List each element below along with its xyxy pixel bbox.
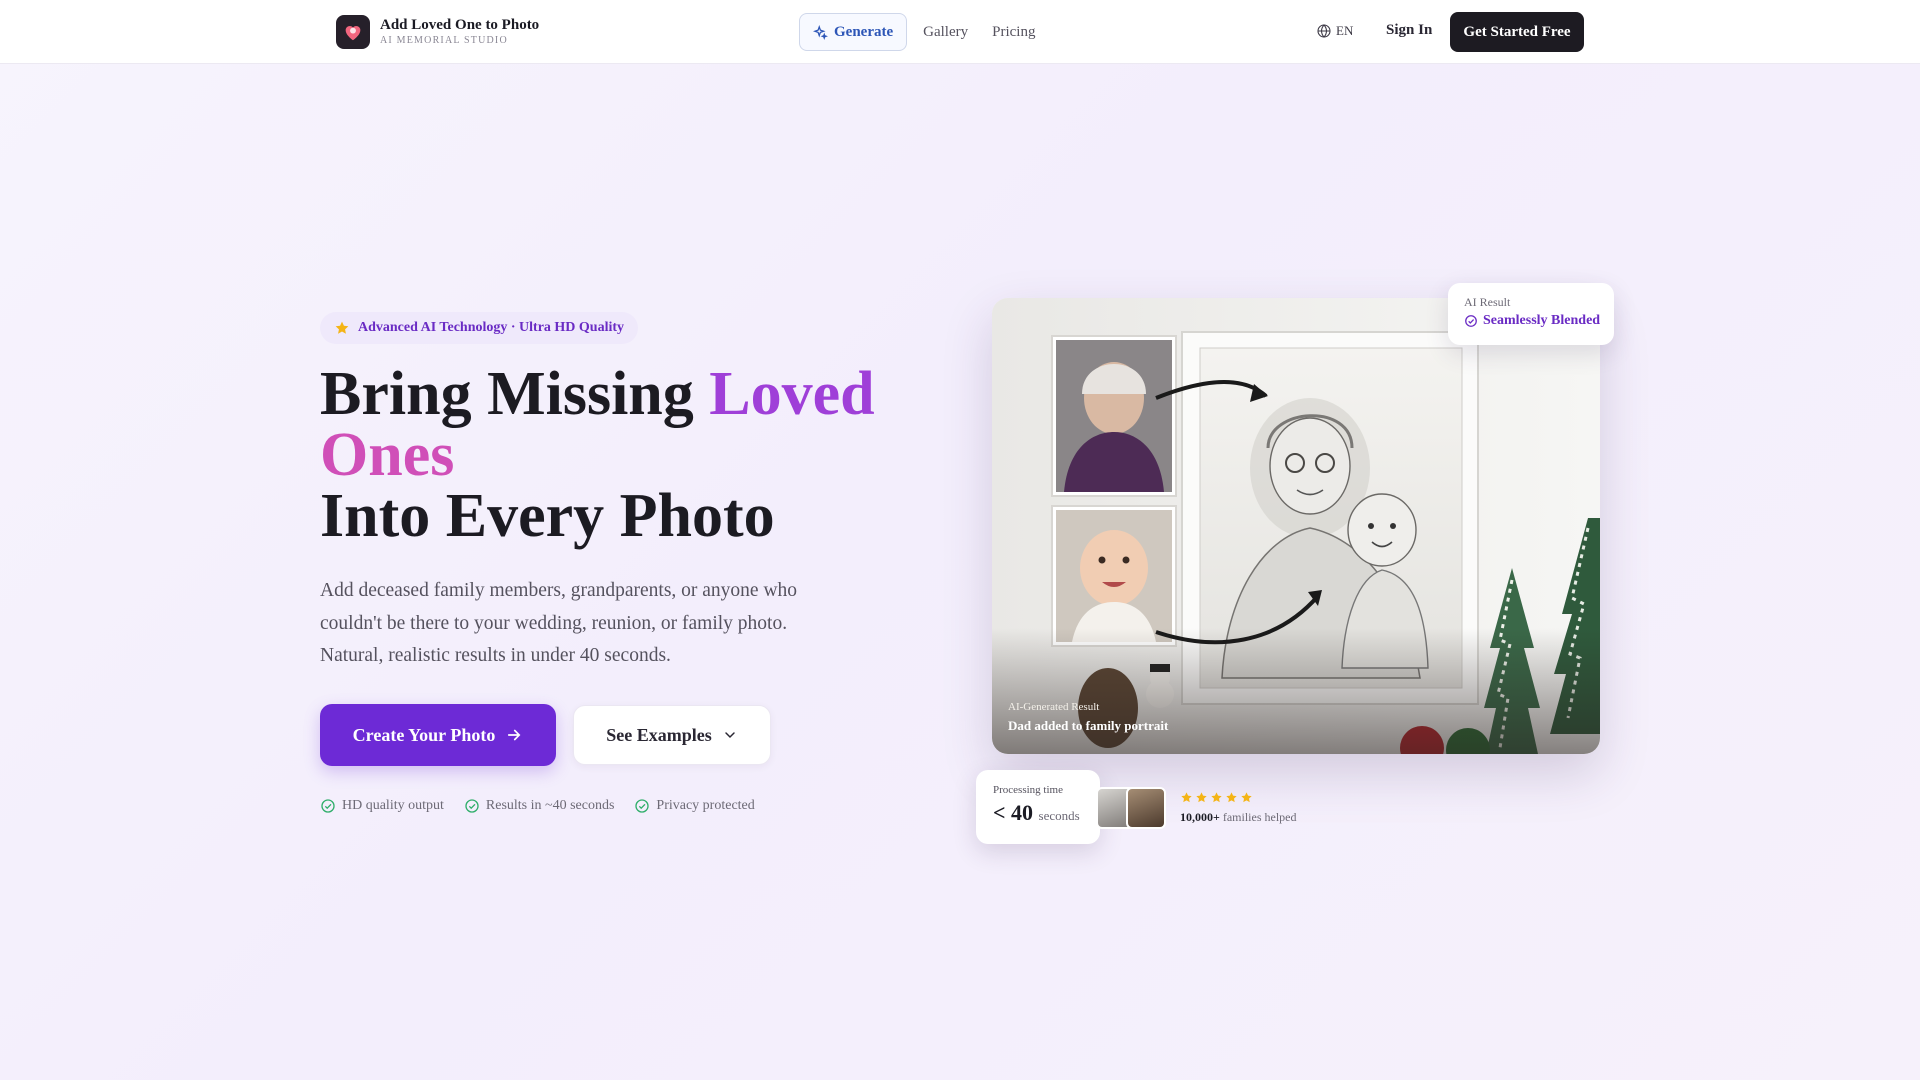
star-icon [1181, 792, 1192, 803]
see-examples-label: See Examples [606, 724, 712, 745]
star-icon [1241, 792, 1252, 803]
star-icon [1211, 792, 1222, 803]
sign-in-link[interactable]: Sign In [1386, 22, 1432, 39]
families-count: 10,000+ [1180, 810, 1220, 824]
showcase-image: AI-Generated Result Dad added to family … [992, 298, 1600, 754]
create-photo-button[interactable]: Create Your Photo [320, 704, 556, 766]
families-text: families helped [1219, 810, 1297, 824]
processing-number: < 40 [993, 800, 1034, 825]
hero-title: Bring Missing Loved Ones Into Every Photo [320, 363, 940, 550]
customer-thumbnails [1096, 787, 1166, 829]
check-circle-icon [465, 799, 479, 813]
brand[interactable]: Add Loved One to Photo AI MEMORIAL STUDI… [336, 15, 539, 49]
nav-gallery[interactable]: Gallery [923, 24, 968, 41]
memorial-portrait-illustration [992, 298, 1600, 754]
thumbnail-photo [1126, 787, 1166, 829]
create-photo-label: Create Your Photo [352, 724, 496, 745]
get-started-button[interactable]: Get Started Free [1450, 12, 1584, 52]
rating-stars [1180, 791, 1255, 804]
feature-list: HD quality output Results in ~40 seconds… [320, 798, 775, 814]
nav-pricing[interactable]: Pricing [992, 24, 1035, 41]
language-label: EN [1336, 23, 1354, 38]
star-icon [1196, 792, 1207, 803]
feature-label: HD quality output [342, 798, 444, 813]
feature-label: Results in ~40 seconds [485, 798, 615, 813]
globe-icon [1317, 24, 1331, 38]
star-icon [335, 321, 349, 334]
feature-badge: Advanced AI Technology · Ultra HD Qualit… [320, 312, 639, 344]
hero-title-line3: Into Every Photo [320, 482, 775, 550]
main-nav: Generate Gallery Pricing [799, 13, 1035, 51]
hero-title-line1: Bring Missing [320, 360, 710, 428]
brand-title: Add Loved One to Photo [380, 17, 540, 33]
arrow-right-icon [508, 729, 521, 741]
feature-label: Privacy protected [656, 798, 755, 813]
ai-result-label: AI Result [1464, 295, 1511, 309]
badge-text: Advanced AI Technology · Ultra HD Qualit… [358, 320, 625, 335]
see-examples-button[interactable]: See Examples [573, 705, 771, 765]
processing-value: < 40 seconds [993, 800, 1100, 826]
chevron-down-icon [725, 732, 735, 739]
processing-time-card: Processing time < 40 seconds [976, 770, 1100, 844]
check-circle-icon [321, 799, 335, 813]
star-icon [1226, 792, 1237, 803]
ai-result-value-text: Seamlessly Blended [1483, 313, 1601, 328]
check-circle-icon [635, 799, 650, 813]
ai-result-value: Seamlessly Blended [1464, 313, 1614, 329]
processing-unit: seconds [1038, 808, 1080, 823]
language-selector[interactable]: EN [1316, 23, 1353, 39]
showcase-caption-title: Dad added to family portrait [1008, 718, 1169, 733]
processing-label: Processing time [993, 784, 1063, 796]
brand-subtitle: AI MEMORIAL STUDIO [380, 35, 508, 46]
feature-item: Privacy protected [634, 798, 755, 814]
top-navigation: Add Loved One to Photo AI MEMORIAL STUDI… [0, 0, 1920, 64]
nav-generate-label: Generate [834, 23, 894, 40]
hero-subtitle: Add deceased family members, grandparent… [320, 580, 798, 666]
nav-generate[interactable]: Generate [799, 13, 908, 51]
hero-title-accent-ones: Ones [320, 421, 455, 489]
feature-item: HD quality output [320, 798, 444, 814]
heart-logo-icon [336, 15, 370, 49]
sparkle-icon [813, 24, 828, 40]
feature-item: Results in ~40 seconds [464, 798, 615, 814]
ai-result-card: AI Result Seamlessly Blended [1448, 283, 1614, 345]
showcase-caption-small: AI-Generated Result [1008, 701, 1100, 713]
families-helped: 10,000+ families helped [1180, 810, 1296, 825]
hero-title-accent-loved: Loved [709, 360, 875, 428]
check-circle-icon [1465, 315, 1477, 327]
